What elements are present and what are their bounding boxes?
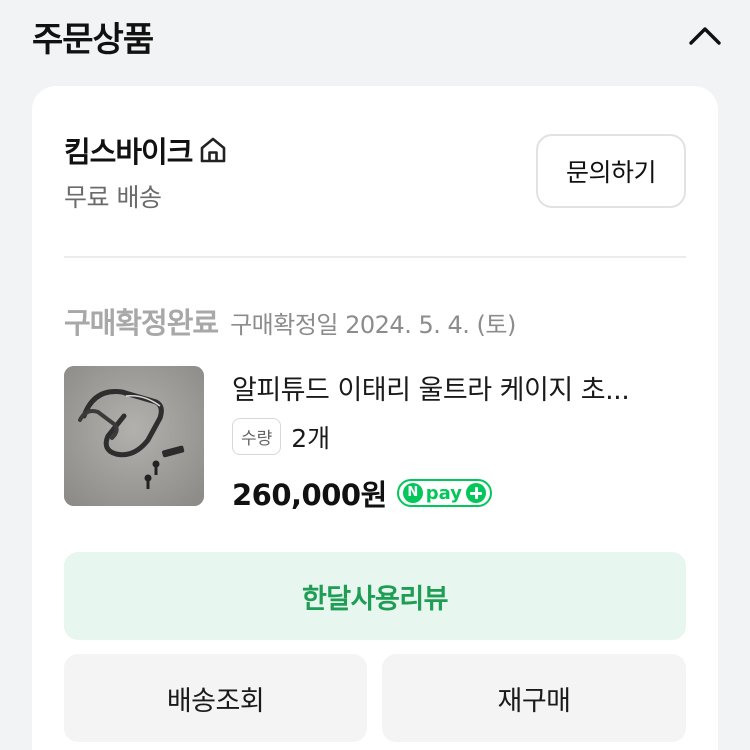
product-image	[64, 366, 204, 506]
plus-icon	[466, 483, 486, 503]
section-header: 주문상품	[0, 0, 750, 80]
quantity-badge: 수량	[232, 418, 282, 455]
order-status-row: 구매확정완료 구매확정일 2024. 5. 4. (토)	[64, 300, 516, 342]
product-name[interactable]: 알피튜드 이태리 울트라 케이지 초...	[232, 368, 682, 407]
rebuy-button[interactable]: 재구매	[382, 654, 686, 742]
shipping-info: 무료 배송	[64, 183, 162, 212]
quantity-value: 2개	[291, 423, 331, 453]
confirm-date: 구매확정일 2024. 5. 4. (토)	[230, 311, 516, 339]
order-card: 킴스바이크 무료 배송 문의하기 구매확정완료 구매확정일 2024. 5. 4…	[32, 86, 718, 750]
home-icon[interactable]	[198, 135, 228, 165]
order-status: 구매확정완료	[64, 306, 219, 340]
monthly-review-button[interactable]: 한달사용리뷰	[64, 552, 686, 640]
store-name-row: 킴스바이크	[64, 130, 228, 170]
quantity-row: 수량 2개	[232, 418, 330, 455]
naver-n-icon: N	[402, 483, 423, 503]
track-delivery-button[interactable]: 배송조회	[64, 654, 367, 742]
npay-badge: N pay	[396, 479, 492, 507]
chevron-up-icon	[689, 27, 721, 45]
product-price: 260,000원	[232, 478, 387, 512]
product-thumbnail[interactable]	[64, 366, 204, 506]
section-title: 주문상품	[32, 20, 154, 60]
price-row: 260,000원 N pay	[232, 472, 492, 514]
store-name[interactable]: 킴스바이크	[64, 129, 193, 171]
inquiry-button[interactable]: 문의하기	[536, 134, 686, 208]
npay-label: pay	[425, 482, 462, 504]
divider	[64, 256, 686, 258]
collapse-toggle[interactable]	[680, 14, 730, 58]
